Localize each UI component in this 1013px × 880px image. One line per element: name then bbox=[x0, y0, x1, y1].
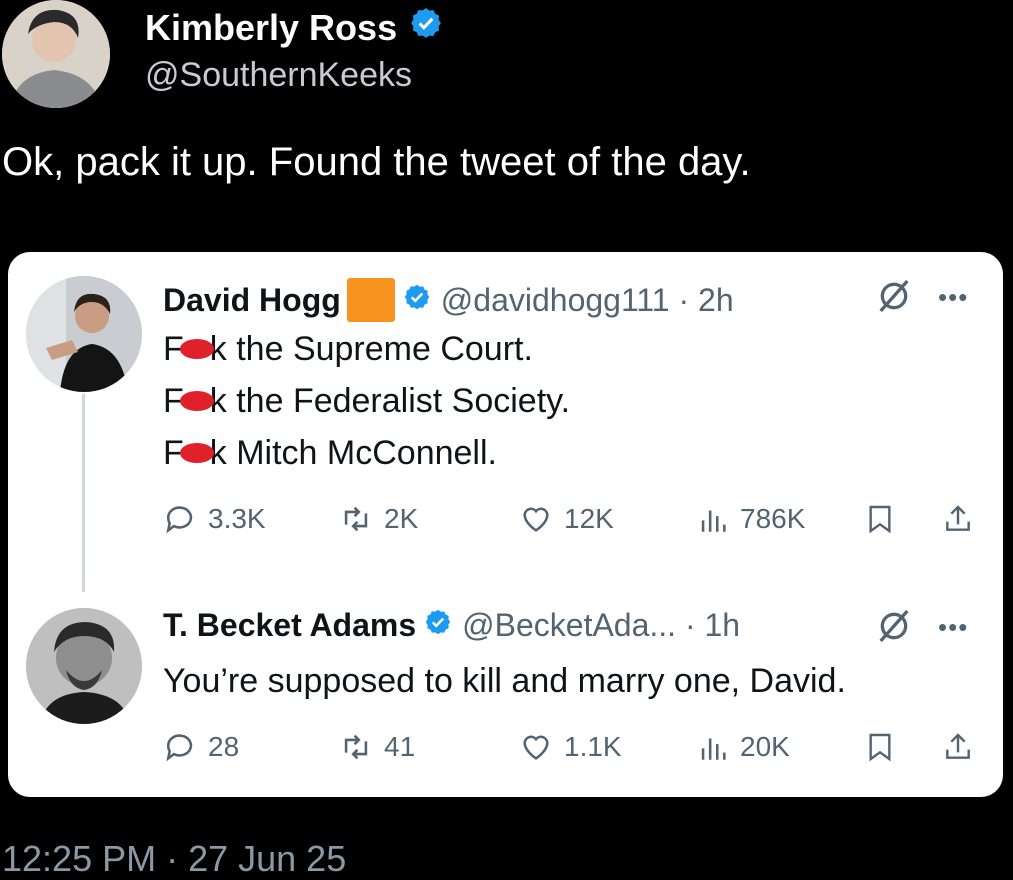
verified-badge-icon bbox=[409, 6, 443, 49]
repost-button[interactable]: 2K bbox=[338, 502, 418, 536]
views-count: 786K bbox=[740, 503, 806, 534]
like-icon bbox=[523, 507, 549, 532]
tweet1-author-name[interactable]: David Hogg bbox=[163, 282, 341, 319]
repost-count: 41 bbox=[384, 731, 416, 762]
share-button[interactable] bbox=[942, 502, 974, 536]
tweet1-line-3-suffix: k Mitch McConnell. bbox=[209, 434, 497, 472]
reply-button[interactable]: 3.3K bbox=[164, 502, 266, 536]
redaction-mark bbox=[179, 443, 214, 464]
redaction-mark bbox=[179, 339, 214, 360]
like-button[interactable]: 1.1K bbox=[518, 730, 622, 764]
outer-author-avatar[interactable] bbox=[2, 0, 110, 108]
tweet1-action-bar: 3.3K 2K 12K 786K bbox=[158, 502, 988, 542]
redaction-mark bbox=[179, 391, 214, 412]
views-icon bbox=[701, 510, 726, 532]
like-count: 12K bbox=[564, 503, 614, 534]
tweet2-handle-time[interactable]: @BecketAda... · 1h bbox=[462, 607, 740, 644]
orange-square-emoji bbox=[346, 278, 395, 322]
like-button[interactable]: 12K bbox=[518, 502, 614, 536]
tweet1-handle-time[interactable]: @davidhogg111 · 2h bbox=[441, 282, 734, 319]
tweet1-line-1: Fk the Supreme Court. bbox=[163, 330, 533, 369]
tweet2-action-bar: 28 41 1.1K 20K bbox=[158, 730, 988, 770]
repost-button[interactable]: 41 bbox=[338, 730, 415, 764]
repost-count: 2K bbox=[384, 503, 419, 534]
bookmark-icon bbox=[869, 505, 891, 534]
views-count: 20K bbox=[740, 731, 790, 762]
tweet2-author-avatar[interactable] bbox=[26, 608, 142, 724]
more-icon[interactable]: ••• bbox=[938, 612, 968, 643]
views-button[interactable]: 786K bbox=[696, 502, 805, 536]
grok-icon[interactable] bbox=[874, 276, 914, 325]
reply-button[interactable]: 28 bbox=[164, 730, 239, 764]
like-icon bbox=[523, 735, 549, 760]
repost-icon bbox=[344, 734, 368, 760]
quoted-thread-card[interactable]: David Hogg @davidhogg111 · 2h ••• Fk the… bbox=[8, 252, 1003, 797]
reply-count: 28 bbox=[208, 731, 240, 762]
verified-badge-icon bbox=[403, 282, 431, 319]
outer-author-handle[interactable]: @SouthernKeeks bbox=[145, 56, 412, 95]
tweet2-header: T. Becket Adams @BecketAda... · 1h bbox=[163, 607, 740, 644]
views-button[interactable]: 20K bbox=[696, 730, 790, 764]
tweet1-line-1-suffix: k the Supreme Court. bbox=[209, 330, 533, 368]
tweet1-line-2-suffix: k the Federalist Society. bbox=[209, 382, 571, 420]
like-count: 1.1K bbox=[564, 731, 622, 762]
tweet2-author-name[interactable]: T. Becket Adams bbox=[163, 607, 416, 644]
outer-author-name-row: Kimberly Ross bbox=[145, 6, 443, 49]
bookmark-icon bbox=[869, 733, 891, 762]
tweet1-line-3: Fk Mitch McConnell. bbox=[163, 434, 497, 473]
tweet1-line-2: Fk the Federalist Society. bbox=[163, 382, 570, 421]
tweet1-author-avatar[interactable] bbox=[26, 276, 142, 392]
share-icon bbox=[946, 505, 970, 531]
share-button[interactable] bbox=[942, 730, 974, 764]
verified-badge-icon bbox=[424, 607, 452, 644]
outer-author-name[interactable]: Kimberly Ross bbox=[145, 7, 397, 49]
reply-icon bbox=[166, 734, 193, 762]
bookmark-button[interactable] bbox=[864, 502, 896, 536]
tweet2-text: You’re supposed to kill and marry one, D… bbox=[163, 662, 846, 700]
bookmark-button[interactable] bbox=[864, 730, 896, 764]
reply-icon bbox=[166, 506, 193, 534]
reply-count: 3.3K bbox=[208, 503, 266, 534]
tweet1-header: David Hogg @davidhogg111 · 2h bbox=[163, 278, 734, 322]
repost-icon bbox=[344, 506, 368, 532]
views-icon bbox=[701, 738, 726, 760]
outer-tweet-timestamp[interactable]: 12:25 PM · 27 Jun 25 bbox=[2, 838, 346, 880]
share-icon bbox=[946, 733, 970, 759]
more-icon[interactable]: ••• bbox=[938, 282, 968, 313]
grok-icon[interactable] bbox=[874, 606, 914, 655]
outer-tweet-text: Ok, pack it up. Found the tweet of the d… bbox=[2, 140, 751, 184]
thread-connector-line bbox=[82, 394, 85, 592]
